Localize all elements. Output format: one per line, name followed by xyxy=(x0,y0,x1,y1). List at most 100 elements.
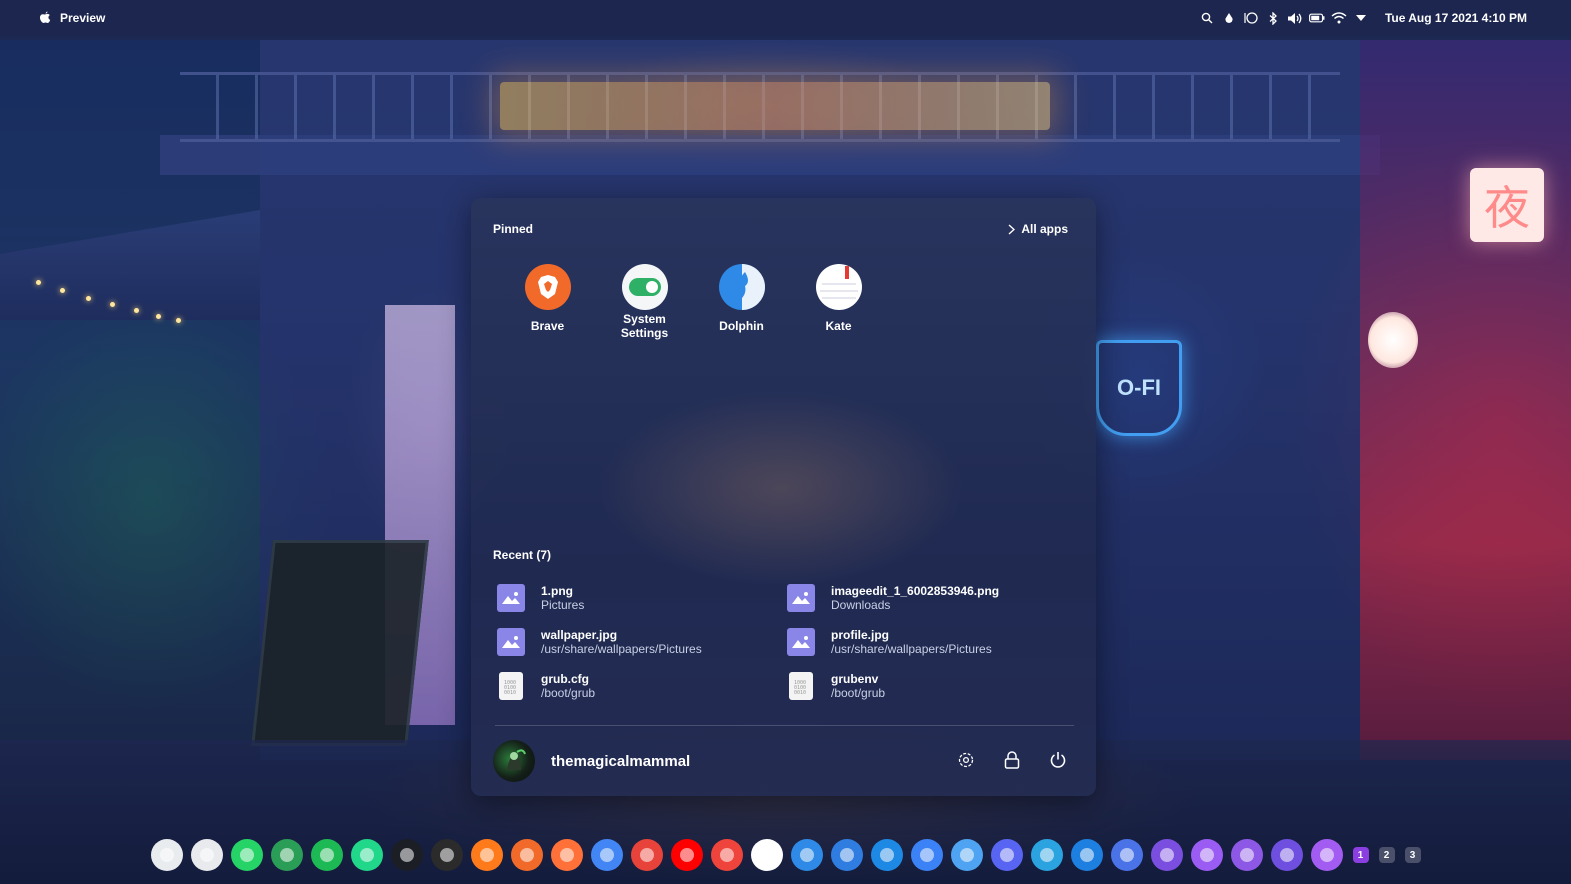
recent-file[interactable]: 1000 0100 0010 grubenv/boot/grub xyxy=(787,671,1077,701)
svg-text:0010: 0010 xyxy=(504,690,516,694)
dock-app-chromium[interactable] xyxy=(190,839,223,871)
recent-files: 1.png Pictures imageedit_1_6002853946.png… xyxy=(497,583,1077,701)
dock-apps: 123 xyxy=(150,839,1421,871)
feather-icon xyxy=(639,848,654,862)
recent-file[interactable]: 1000 0100 0010 grub.cfg/boot/grub xyxy=(497,671,787,701)
pinned-app-system-settings[interactable]: System Settings xyxy=(596,264,693,340)
bluetooth-icon[interactable] xyxy=(1265,10,1281,26)
dock-app-trash[interactable] xyxy=(1310,839,1343,871)
dock-app-spotify[interactable] xyxy=(310,839,343,871)
wallpaper-neon-sign xyxy=(500,82,1050,130)
dock-app-sync[interactable] xyxy=(870,839,903,871)
spotify-icon xyxy=(319,848,334,862)
avatar xyxy=(493,740,535,782)
search-icon[interactable] xyxy=(1199,10,1215,26)
dock-app-anydesk[interactable] xyxy=(710,839,743,871)
dock-app-vim[interactable] xyxy=(270,839,303,871)
lock-icon[interactable] xyxy=(1002,750,1022,770)
chevron-right-icon xyxy=(1008,223,1016,235)
dock-app-krita[interactable] xyxy=(910,839,943,871)
binary-file-icon: 1000 0100 0010 xyxy=(789,672,813,700)
dock-app-pycharm[interactable] xyxy=(350,839,383,871)
dock-app-system-settings[interactable] xyxy=(150,839,183,871)
image-file-icon xyxy=(497,628,525,656)
pinned-title: Pinned xyxy=(493,222,534,236)
drop-icon xyxy=(839,848,854,862)
workspace-3[interactable]: 3 xyxy=(1404,847,1421,863)
pinned-app-label: System Settings xyxy=(620,312,669,340)
power-icon[interactable] xyxy=(1048,750,1068,770)
user-profile[interactable]: themagicalmammal xyxy=(493,740,690,782)
circle-icon[interactable] xyxy=(1243,10,1259,26)
drop-icon[interactable] xyxy=(1221,10,1237,26)
chevron-down-icon[interactable] xyxy=(1353,10,1369,26)
wallpaper-left-wall xyxy=(0,40,260,740)
session-actions xyxy=(956,750,1068,770)
active-app-title[interactable]: Preview xyxy=(60,11,105,25)
dock-app-dolphin[interactable] xyxy=(790,839,823,871)
all-apps-button[interactable]: All apps xyxy=(1008,222,1068,236)
dock-app-video-player[interactable] xyxy=(1110,839,1143,871)
battery-icon[interactable] xyxy=(1308,10,1325,26)
wallpaper-door xyxy=(385,305,455,725)
dock-app-sublime-text[interactable] xyxy=(430,839,463,871)
wallpaper-awning xyxy=(0,210,260,320)
recent-file[interactable]: imageedit_1_6002853946.png Downloads xyxy=(787,583,1077,613)
pinned-app-label: Dolphin xyxy=(719,319,764,333)
recycle-icon xyxy=(959,848,974,862)
pinned-app-brave[interactable]: Brave xyxy=(499,264,596,340)
recent-file-path: Downloads xyxy=(831,598,891,612)
dock-app-recycle[interactable] xyxy=(950,839,983,871)
dock-app-firefox[interactable] xyxy=(550,839,583,871)
dock-app-telegram[interactable] xyxy=(1030,839,1063,871)
dock-app-whatsapp[interactable] xyxy=(230,839,263,871)
settings-icon[interactable] xyxy=(956,750,976,770)
recent-file[interactable]: profile.jpg/usr/share/wallpapers/Picture… xyxy=(787,627,1077,657)
pinned-app-kate[interactable]: Kate xyxy=(790,264,887,340)
recent-file[interactable]: wallpaper.jpg/usr/share/wallpapers/Pictu… xyxy=(497,627,787,657)
recent-title: Recent (7) xyxy=(493,548,552,562)
dock-app-feather[interactable] xyxy=(630,839,663,871)
pinned-app-dolphin[interactable]: Dolphin xyxy=(693,264,790,340)
recent-file-path: /boot/grub xyxy=(541,686,596,700)
workspace-2[interactable]: 2 xyxy=(1378,847,1395,863)
wallpaper-coffee-neon: O-FI xyxy=(1096,340,1182,436)
dock-app-calculator[interactable] xyxy=(1070,839,1103,871)
dock-app-youtube[interactable] xyxy=(670,839,703,871)
volume-icon[interactable] xyxy=(1287,10,1303,26)
dock-app-headphones[interactable] xyxy=(470,839,503,871)
image-file-icon xyxy=(787,584,815,612)
wallpaper-kanji-sign: 夜 xyxy=(1470,168,1544,242)
recent-file-name: grubenv xyxy=(831,672,879,686)
dock-app-kate[interactable] xyxy=(750,839,783,871)
dock-app-discord[interactable] xyxy=(990,839,1023,871)
dolphin-icon xyxy=(718,264,765,310)
dock-app-vscode[interactable] xyxy=(1270,839,1303,871)
wifi-icon[interactable] xyxy=(1331,10,1347,26)
kate-icon xyxy=(759,848,774,862)
top-panel: Preview Tue Aug 17 2021 4:10 PM xyxy=(0,0,1571,36)
recent-file-name: 1.png xyxy=(541,584,573,598)
clock[interactable]: Tue Aug 17 2021 4:10 PM xyxy=(1385,11,1527,25)
dock-app-brave[interactable] xyxy=(510,839,543,871)
trash-icon xyxy=(1319,848,1334,862)
dock-app-github[interactable] xyxy=(1230,839,1263,871)
recent-file-name: profile.jpg xyxy=(831,628,889,642)
workspace-1[interactable]: 1 xyxy=(1352,847,1369,863)
crop-tool-icon xyxy=(1159,848,1174,862)
system-tray: Tue Aug 17 2021 4:10 PM xyxy=(1199,0,1527,36)
dock-app-chrome[interactable] xyxy=(590,839,623,871)
recent-file[interactable]: 1.png Pictures xyxy=(497,583,787,613)
dock-app-crop-tool[interactable] xyxy=(1150,839,1183,871)
dock-app-typora[interactable] xyxy=(1190,839,1223,871)
wallpaper-lamp xyxy=(1368,312,1418,368)
terminal-icon xyxy=(399,848,414,862)
dock-app-drop[interactable] xyxy=(830,839,863,871)
whatsapp-icon xyxy=(239,848,254,862)
anydesk-icon xyxy=(719,848,734,862)
brave-icon xyxy=(524,264,571,310)
apple-menu-icon[interactable] xyxy=(38,11,52,25)
wallpaper-roof xyxy=(160,135,1380,175)
dock-app-terminal[interactable] xyxy=(390,839,423,871)
recent-file-path: /boot/grub xyxy=(831,686,886,700)
